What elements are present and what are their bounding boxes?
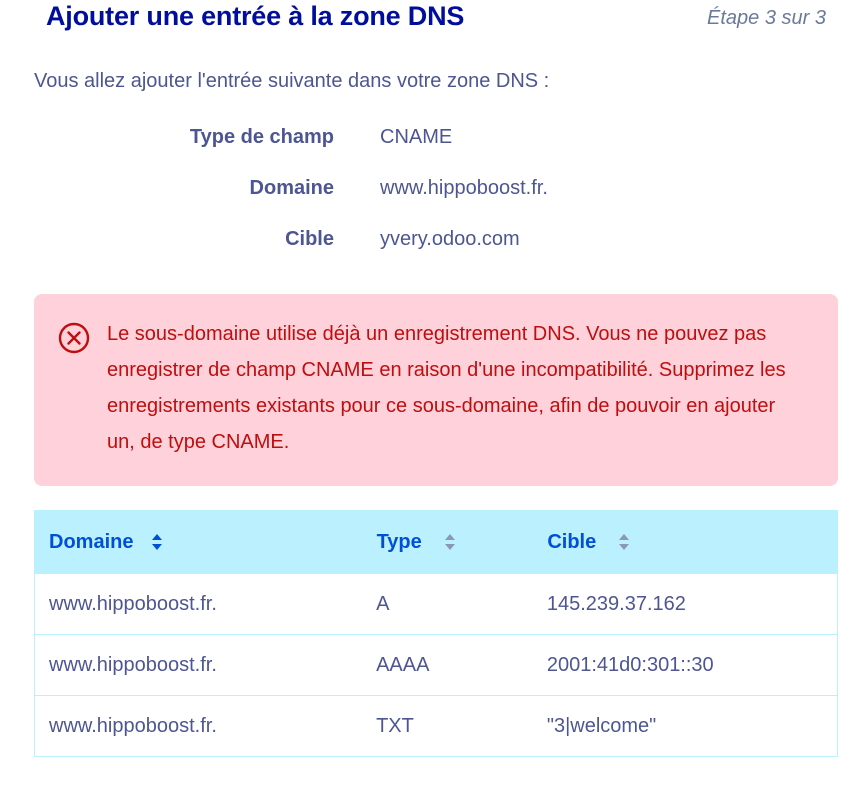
cell-type: A [362,573,533,635]
dns-wizard-step: Ajouter une entrée à la zone DNS Étape 3… [0,0,868,795]
table-row: www.hippoboost.fr. TXT "3|welcome" [34,695,838,757]
cell-domaine: www.hippoboost.fr. [34,573,363,635]
error-circle-x-icon [58,322,90,354]
step-indicator: Étape 3 sur 3 [707,7,826,29]
summary-row-target: Cible yvery.odoo.com [34,224,734,275]
column-header-domaine[interactable]: Domaine [34,510,363,574]
column-header-label: Cible [547,530,597,553]
sort-icon[interactable] [444,533,456,551]
summary-value: CNAME [380,126,453,148]
summary-value: www.hippoboost.fr. [380,177,548,199]
cell-type: AAAA [362,634,533,696]
table-row: www.hippoboost.fr. AAAA 2001:41d0:301::3… [34,634,838,696]
column-header-label: Type [376,530,422,553]
page-title: Ajouter une entrée à la zone DNS [46,1,465,31]
cell-cible: "3|welcome" [532,695,838,757]
table-header-row: Domaine Type Cible [34,510,838,574]
summary-row-type: Type de champ CNAME [34,122,734,173]
existing-records-table: Domaine Type Cible www.hippoboost.fr. A … [34,510,838,757]
cell-type: TXT [362,695,533,757]
wizard-header: Ajouter une entrée à la zone DNS Étape 3… [46,0,826,36]
summary-value: yvery.odoo.com [380,228,520,250]
summary-label: Domaine [249,177,334,199]
column-header-label: Domaine [49,530,134,553]
intro-text: Vous allez ajouter l'entrée suivante dan… [34,70,550,92]
summary-label: Type de champ [189,126,334,148]
summary-label: Cible [285,228,334,250]
cell-cible: 2001:41d0:301::30 [532,634,838,696]
cell-domaine: www.hippoboost.fr. [34,695,363,757]
cell-domaine: www.hippoboost.fr. [34,634,363,696]
error-message: Le sous-domaine utilise déjà un enregist… [107,323,786,453]
sort-icon[interactable] [618,533,630,551]
column-header-cible[interactable]: Cible [532,510,838,574]
summary-row-domain: Domaine www.hippoboost.fr. [34,173,734,224]
cell-cible: 145.239.37.162 [532,573,838,635]
sort-icon[interactable] [151,533,163,551]
entry-summary: Type de champ CNAME Domaine www.hippoboo… [34,122,734,275]
error-alert: Le sous-domaine utilise déjà un enregist… [34,294,838,486]
table-row: www.hippoboost.fr. A 145.239.37.162 [34,573,838,635]
column-header-type[interactable]: Type [361,510,534,574]
